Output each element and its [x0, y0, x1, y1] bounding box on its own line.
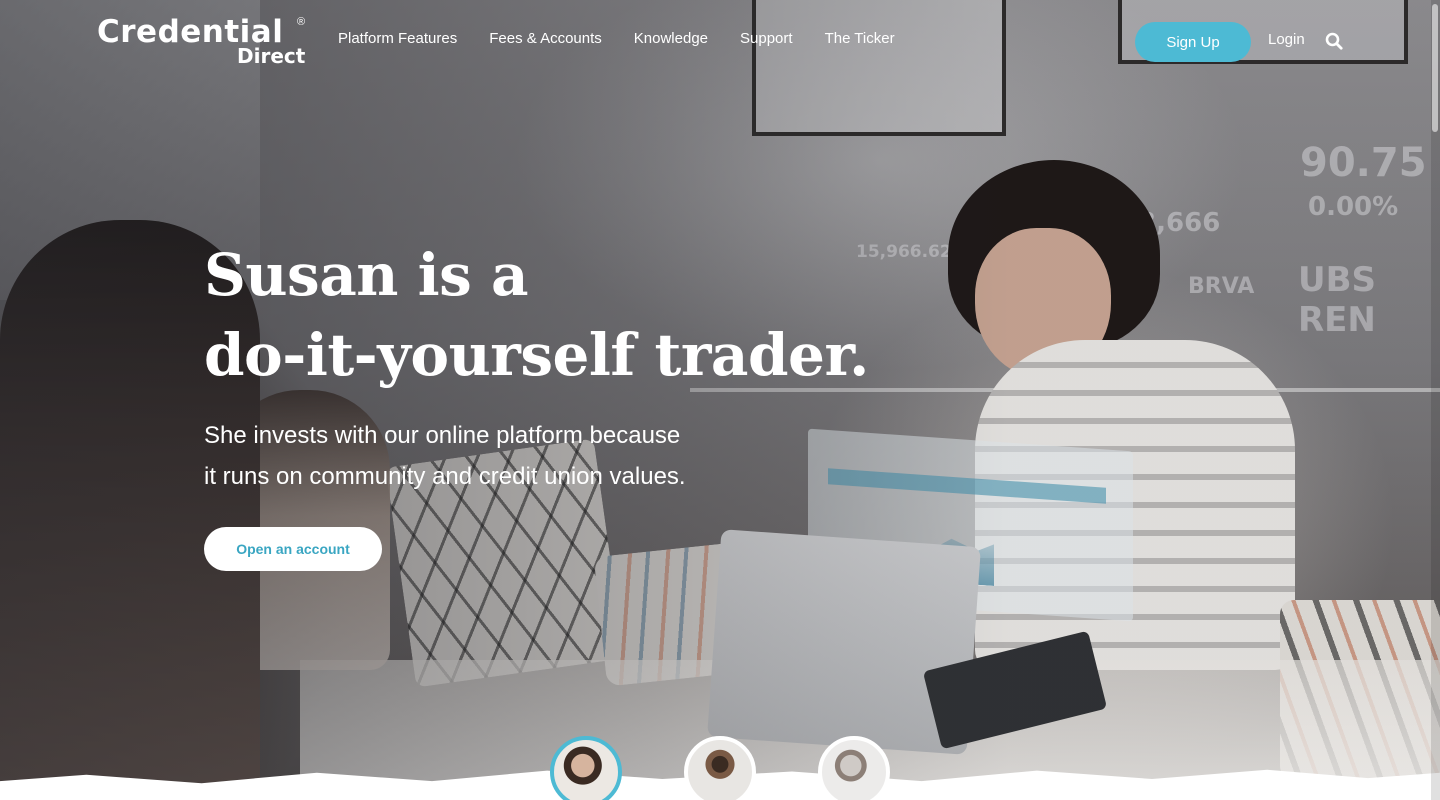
ticker-value: UBS REN	[1298, 260, 1377, 340]
open-account-button[interactable]: Open an account	[204, 527, 382, 571]
top-navigation: Credential ® Direct Platform Features Fe…	[0, 0, 1440, 80]
ticker-value: 90.75	[1300, 140, 1427, 186]
nav-links: Platform Features Fees & Accounts Knowle…	[338, 30, 895, 47]
sign-up-button[interactable]: Sign Up	[1135, 22, 1251, 62]
hero-headline: Susan is a do-it-yourself trader.	[204, 235, 924, 395]
hero-headline-line: Susan is a	[204, 241, 529, 309]
hero-content: Susan is a do-it-yourself trader. She in…	[204, 235, 924, 571]
carousel-avatar[interactable]	[684, 736, 756, 800]
logo-subtitle: Direct	[237, 44, 306, 68]
hero-headline-line: do-it-yourself trader.	[204, 321, 869, 389]
login-link[interactable]: Login	[1268, 31, 1305, 48]
nav-link-fees-accounts[interactable]: Fees & Accounts	[489, 30, 602, 47]
carousel-avatar[interactable]	[818, 736, 890, 800]
scrollbar-thumb[interactable]	[1432, 4, 1438, 132]
logo-registered-mark: ®	[297, 16, 306, 28]
nav-link-platform-features[interactable]: Platform Features	[338, 30, 457, 47]
hero-subtext-line: She invests with our online platform bec…	[204, 422, 681, 449]
ticker-value: BRVA	[1188, 274, 1255, 299]
nav-link-support[interactable]: Support	[740, 30, 793, 47]
carousel-avatar-susan[interactable]	[550, 736, 622, 800]
nav-link-the-ticker[interactable]: The Ticker	[825, 30, 895, 47]
hero-section: 90.75 0.00% UBS REN 93,666 BRVA 15,966.6…	[0, 0, 1440, 800]
search-icon[interactable]	[1325, 32, 1343, 50]
nav-link-knowledge[interactable]: Knowledge	[634, 30, 708, 47]
hero-subtext: She invests with our online platform bec…	[204, 415, 764, 497]
hero-subtext-line: it runs on community and credit union va…	[204, 463, 686, 490]
ticker-value: 0.00%	[1308, 192, 1399, 222]
brand-logo[interactable]: Credential ® Direct	[97, 14, 312, 70]
